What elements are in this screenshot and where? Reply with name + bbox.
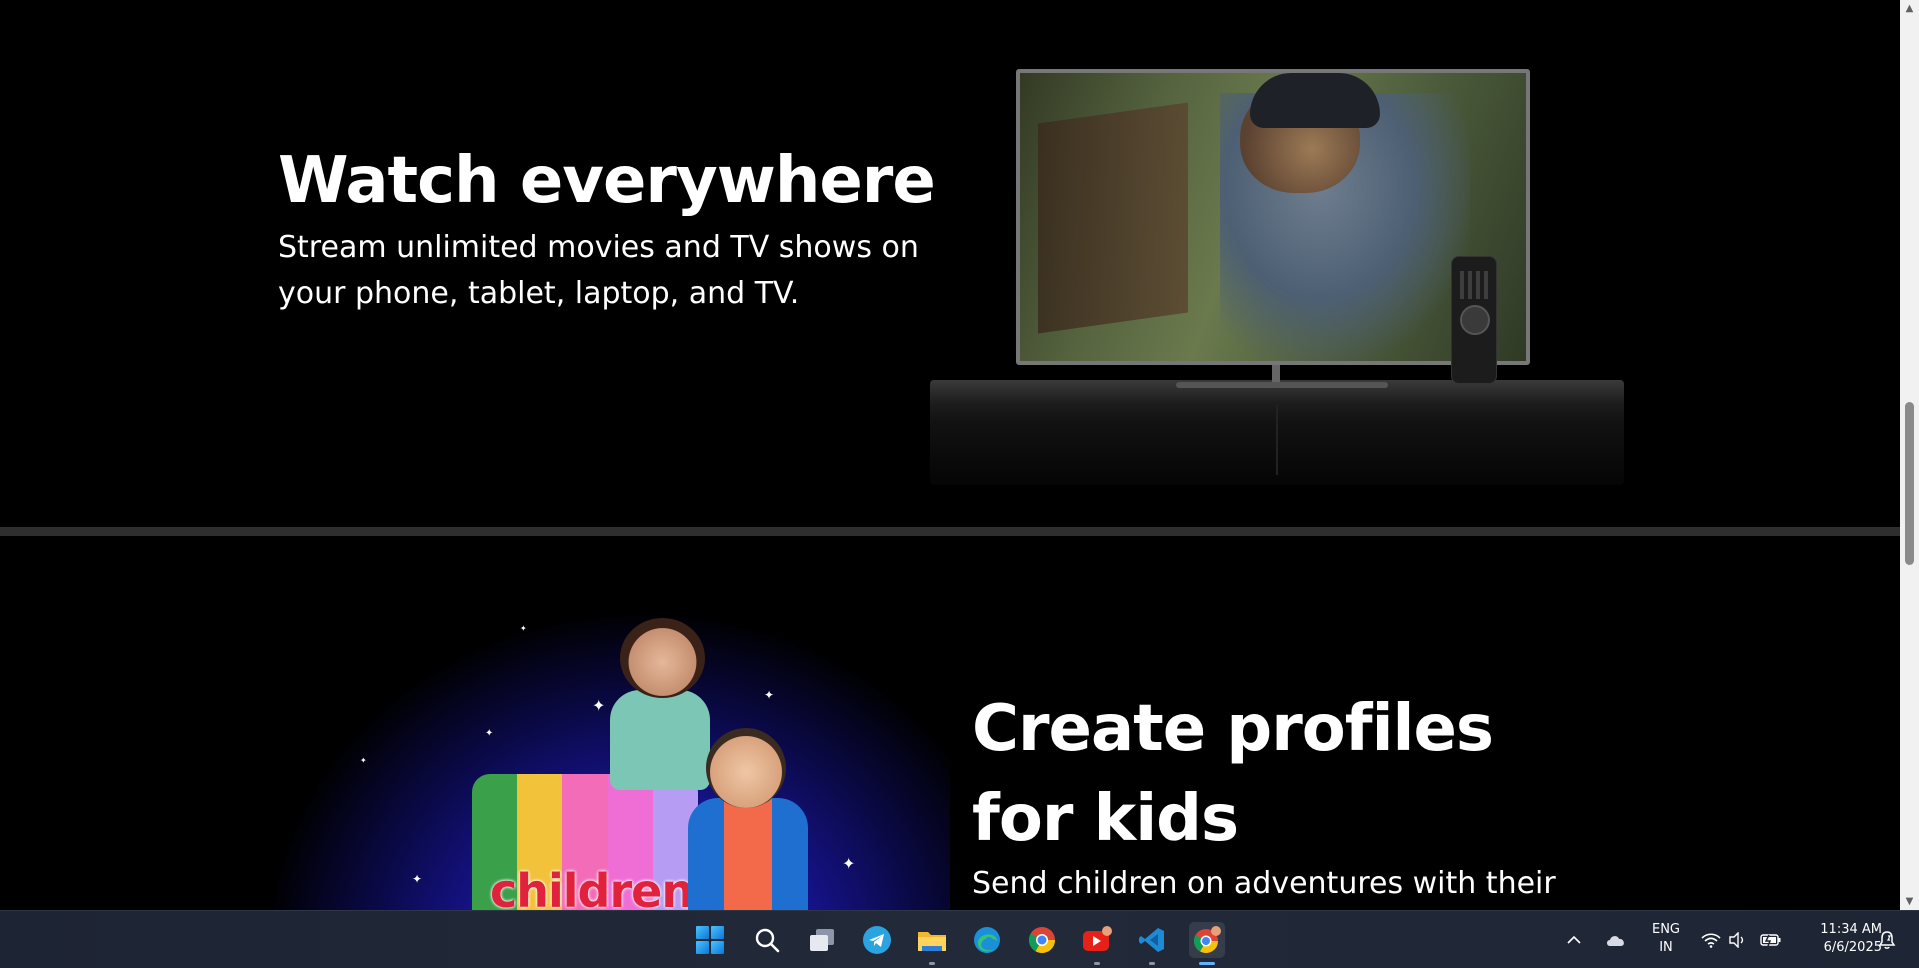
section-title: Watch everywhere: [278, 144, 936, 218]
scrollbar-thumb[interactable]: [1905, 402, 1914, 565]
search-button[interactable]: [749, 922, 785, 958]
telegram-app-button[interactable]: [859, 922, 895, 958]
volume-button[interactable]: [1724, 922, 1750, 958]
battery-charging-icon: [1760, 934, 1781, 947]
section-divider: [0, 527, 1900, 536]
tv-stand-base: [1176, 382, 1388, 388]
edge-browser-button[interactable]: [969, 922, 1005, 958]
language-indicator[interactable]: ENG IN: [1646, 921, 1686, 957]
start-button[interactable]: [692, 922, 728, 958]
onedrive-button[interactable]: [1602, 922, 1630, 958]
folder-icon: [918, 932, 946, 951]
vscode-icon: [1139, 928, 1164, 952]
chrome-active-button[interactable]: [1189, 922, 1225, 965]
chrome-button[interactable]: [1024, 922, 1060, 958]
star-icon: ✦: [360, 756, 367, 765]
chrome-profile-icon: [1193, 926, 1221, 954]
cloud-icon: [1607, 936, 1624, 946]
task-view-button[interactable]: [804, 922, 840, 958]
windows-logo-icon: [696, 926, 724, 954]
scroll-down-arrow-icon[interactable]: ▼: [1900, 893, 1919, 910]
notification-bell-icon: [1878, 931, 1896, 949]
running-indicator: [1094, 962, 1100, 965]
battery-button[interactable]: [1758, 922, 1784, 958]
web-page: Watch everywhere Stream unlimited movies…: [0, 0, 1900, 910]
clock-time: 11:34 AM: [1820, 922, 1882, 937]
task-view-icon: [810, 929, 834, 951]
chevron-up-icon: [1567, 935, 1581, 944]
section-title: Create profiles for kids: [972, 692, 1494, 856]
boy-character-image: [668, 728, 818, 910]
section-description: Stream unlimited movies and TV shows on …: [278, 230, 919, 311]
vscode-button[interactable]: [1134, 922, 1170, 965]
language-code: ENG: [1651, 922, 1680, 937]
running-indicator: [1149, 962, 1155, 965]
star-icon: ✦: [842, 854, 856, 873]
edge-icon: [974, 927, 1000, 953]
speaker-icon: [1729, 932, 1744, 948]
watch-everywhere-section: Watch everywhere Stream unlimited movies…: [0, 0, 1900, 527]
wifi-button[interactable]: [1698, 922, 1724, 958]
file-explorer-button[interactable]: [914, 922, 950, 965]
notifications-button[interactable]: [1872, 922, 1902, 958]
clock[interactable]: 11:34 AM 6/6/2025: [1792, 921, 1882, 957]
star-icon: ✦: [764, 688, 775, 702]
page-scrollbar[interactable]: ▲ ▼: [1900, 0, 1919, 910]
telegram-icon: [863, 926, 891, 954]
star-icon: ✦: [485, 728, 494, 739]
youtube-icon: [1083, 926, 1112, 951]
star-icon: ✦: [412, 872, 423, 886]
region-code: IN: [1659, 940, 1673, 955]
tv-cabinet-image: [930, 380, 1624, 485]
section-description: Send children on adventures with their: [972, 866, 1556, 901]
youtube-app-button[interactable]: [1079, 922, 1115, 965]
kids-logo-text: children: [490, 864, 694, 910]
chrome-icon: [1028, 927, 1056, 954]
kids-profiles-section: ✦ ✦ ✦ ✦ ✦ ✦ ✦ children Create profiles f…: [0, 536, 1900, 910]
wifi-icon: [1701, 933, 1721, 948]
star-icon: ✦: [520, 624, 527, 633]
search-icon: [755, 928, 780, 953]
remote-control-image: [1451, 256, 1497, 384]
tv-stand: [1272, 365, 1280, 383]
clock-date: 6/6/2025: [1823, 940, 1882, 955]
taskbar: ENG IN 11:34 AM 6/6/2025: [0, 910, 1919, 968]
running-indicator: [929, 962, 935, 965]
scroll-up-arrow-icon[interactable]: ▲: [1900, 0, 1919, 17]
show-hidden-icons-button[interactable]: [1560, 922, 1588, 958]
active-indicator: [1199, 962, 1215, 965]
